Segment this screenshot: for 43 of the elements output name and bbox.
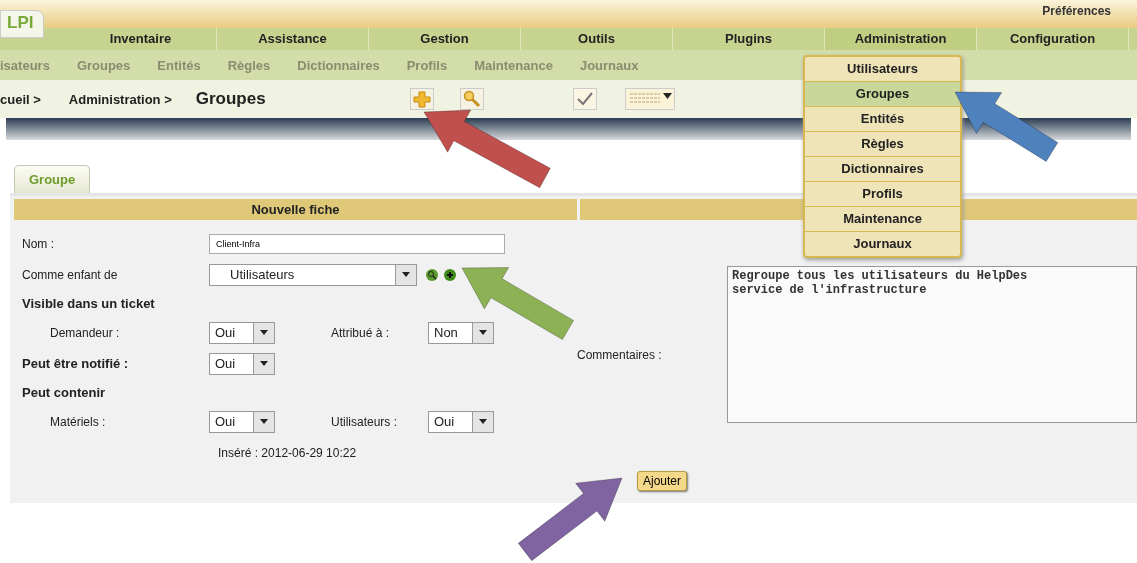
breadcrumb-link[interactable]: Administration >	[68, 91, 172, 107]
dropdown-item[interactable]: Groupes	[805, 82, 960, 107]
inserted-date: Inséré : 2012-06-29 10:22	[218, 445, 357, 460]
assigned-select[interactable]: Non	[428, 321, 494, 344]
dropdown-item[interactable]: Règles	[805, 132, 960, 157]
field-label: Peut être notifié :	[22, 356, 130, 371]
field-label: Demandeur :	[49, 325, 121, 340]
caret-icon	[479, 330, 487, 335]
add-button[interactable]: Ajouter	[637, 471, 688, 491]
caret-icon	[260, 361, 268, 366]
field-label: Commentaires :	[577, 347, 663, 362]
name-field[interactable]: Client-Infra	[209, 233, 505, 254]
comments-field[interactable]: Regroupe tous les utilisateurs du HelpDes service de l'infrastructure	[727, 266, 1137, 423]
requester-select[interactable]: Oui	[209, 321, 275, 344]
parent-select[interactable]: Utilisateurs	[209, 263, 417, 286]
dropdown-item[interactable]: Journaux	[805, 232, 960, 256]
field-label: Matériels :	[49, 414, 107, 429]
preferences-link[interactable]: Préférences	[1042, 4, 1137, 24]
list-options-icon[interactable]	[625, 88, 675, 110]
page-title: Groupes	[195, 89, 266, 109]
caret-icon	[402, 272, 410, 277]
field-label: Comme enfant de	[22, 267, 119, 282]
dropdown-item[interactable]: Profils	[805, 182, 960, 207]
caret-icon	[260, 419, 268, 424]
add-icon[interactable]	[443, 267, 457, 282]
menu-item[interactable]: Administration	[825, 28, 977, 50]
items-select[interactable]: Oui	[209, 410, 275, 433]
users-select[interactable]: Oui	[428, 410, 494, 433]
section-heading: Peut contenir	[22, 385, 106, 400]
dropdown-item[interactable]: Maintenance	[805, 207, 960, 232]
caret-icon	[479, 419, 487, 424]
notify-select[interactable]: Oui	[209, 352, 275, 375]
breadcrumb-link[interactable]: cueil >	[0, 91, 41, 107]
caret-icon	[260, 330, 268, 335]
search-icon[interactable]	[425, 267, 439, 282]
form-header: Nouvelle fiche	[14, 199, 577, 220]
field-label: Attribué à :	[330, 325, 391, 340]
field-label: Utilisateurs :	[330, 414, 399, 429]
checkmark-icon[interactable]	[573, 88, 597, 110]
field-label: Nom :	[22, 236, 55, 251]
section-heading: Visible dans un ticket	[22, 296, 155, 311]
dropdown-item[interactable]: Dictionnaires	[805, 157, 960, 182]
dropdown-item[interactable]: Entités	[805, 107, 960, 132]
